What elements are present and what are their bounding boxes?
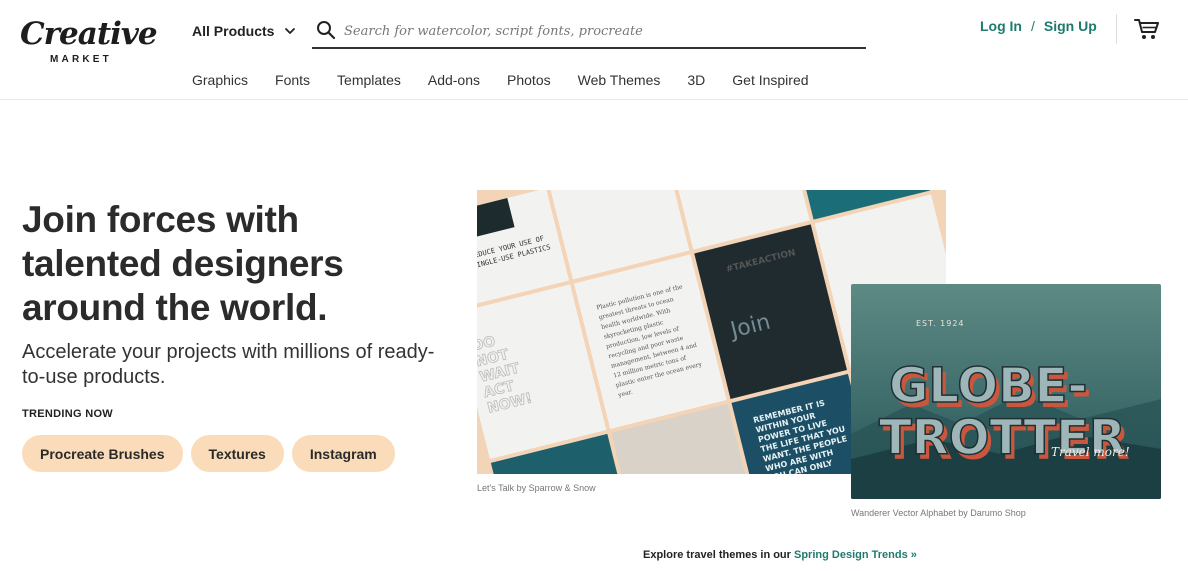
explore-prefix: Explore travel themes in our: [643, 549, 794, 561]
explore-line: Explore travel themes in our Spring Desi…: [643, 549, 917, 561]
search-input[interactable]: [344, 18, 864, 44]
nav-item-graphics[interactable]: Graphics: [192, 70, 248, 90]
trending-chips: Procreate Brushes Textures Instagram: [22, 435, 403, 472]
product-category-select[interactable]: All Products: [192, 20, 296, 42]
globe-script-text: Travel more!: [1051, 445, 1130, 459]
nav-item-templates[interactable]: Templates: [337, 70, 401, 90]
search-icon[interactable]: [316, 20, 336, 40]
spring-design-trends-link[interactable]: Spring Design Trends »: [794, 549, 917, 561]
category-nav: Graphics Fonts Templates Add-ons Photos …: [192, 70, 836, 90]
nav-item-3d[interactable]: 3D: [687, 70, 705, 90]
nav-item-photos[interactable]: Photos: [507, 70, 551, 90]
featured-image-globe-trotter[interactable]: EST. 1924 GLOBE- GLOBE- TROTTER TROTTER …: [851, 284, 1161, 499]
nav-item-add-ons[interactable]: Add-ons: [428, 70, 480, 90]
chip-instagram[interactable]: Instagram: [291, 435, 395, 472]
nav-item-fonts[interactable]: Fonts: [275, 70, 310, 90]
logo-subtitle: MARKET: [50, 54, 112, 65]
search-underline: [312, 47, 866, 49]
hero-subhead: Accelerate your projects with millions o…: [22, 341, 435, 388]
globe-line1-text: GLOBE-: [889, 358, 1087, 414]
chip-textures[interactable]: Textures: [190, 435, 284, 472]
caption-wanderer: Wanderer Vector Alphabet by Darumo Shop: [851, 508, 1026, 518]
site-header: Creative MARKET All Products Graphics Fo…: [0, 0, 1188, 100]
trending-label: TRENDING NOW: [22, 408, 113, 420]
auth-links: Log In / Sign Up: [980, 18, 1097, 34]
cart-icon[interactable]: [1134, 17, 1160, 41]
hero-headline: Join forces with talented designers arou…: [22, 199, 344, 328]
login-link[interactable]: Log In: [980, 18, 1022, 34]
creative-market-logo[interactable]: Creative MARKET: [20, 16, 158, 68]
product-category-value: All Products: [192, 23, 275, 39]
logo-wordmark: Creative: [20, 16, 158, 52]
auth-separator: /: [1031, 18, 1035, 34]
chip-procreate-brushes[interactable]: Procreate Brushes: [22, 435, 183, 472]
nav-item-get-inspired[interactable]: Get Inspired: [732, 70, 808, 90]
header-divider: [1116, 14, 1117, 44]
globe-trotter-artwork: EST. 1924 GLOBE- GLOBE- TROTTER TROTTER …: [851, 284, 1161, 499]
chevron-down-icon: [285, 28, 296, 34]
globe-est-text: EST. 1924: [916, 319, 965, 328]
nav-item-web-themes[interactable]: Web Themes: [578, 70, 661, 90]
caption-lets-talk: Let's Talk by Sparrow & Snow: [477, 483, 596, 493]
signup-link[interactable]: Sign Up: [1044, 18, 1097, 34]
